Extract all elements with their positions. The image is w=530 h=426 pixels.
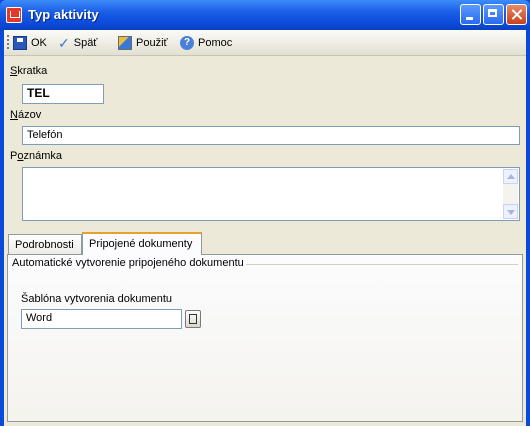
help-icon: ? (180, 35, 194, 50)
dialog-window: Typ aktivity OK ✓ Späť Použiť ? Pomoc Sk… (0, 0, 530, 426)
check-icon: ✓ (58, 34, 70, 51)
note-scrollbar[interactable] (503, 169, 518, 219)
tab-details[interactable]: Podrobnosti (8, 234, 82, 254)
tab-panel: Automatické vytvorenie pripojeného dokum… (7, 254, 523, 422)
note-textarea[interactable] (22, 167, 520, 221)
save-icon (13, 35, 27, 50)
back-label: Späť (73, 36, 98, 49)
template-label: Šablóna vytvorenia dokumentu (21, 293, 173, 305)
close-button[interactable] (506, 4, 527, 25)
maximize-button[interactable] (483, 4, 504, 25)
ok-button[interactable]: OK (13, 34, 47, 51)
dialog-client: OK ✓ Späť Použiť ? Pomoc Skratka TEL Náz… (4, 30, 526, 426)
toolbar: OK ✓ Späť Použiť ? Pomoc (4, 30, 526, 56)
title-bar[interactable]: Typ aktivity (0, 0, 530, 30)
back-button[interactable]: ✓ Späť (58, 34, 97, 51)
apply-button[interactable]: Použiť (118, 34, 168, 51)
auto-document-group: Automatické vytvorenie pripojeného dokum… (12, 257, 518, 415)
window-title: Typ aktivity (28, 7, 99, 22)
ok-label: OK (31, 36, 47, 49)
name-label: Názov (10, 109, 42, 121)
name-field[interactable]: Telefón (22, 126, 520, 145)
scroll-down-icon[interactable] (503, 204, 518, 219)
template-picker-icon[interactable] (185, 310, 201, 328)
toolbar-grip-icon[interactable] (7, 35, 9, 50)
tab-attached-documents[interactable]: Pripojené dokumenty (82, 232, 202, 255)
apply-label: Použiť (136, 36, 168, 49)
app-icon (6, 7, 22, 23)
help-label: Pomoc (198, 36, 233, 49)
scroll-up-icon[interactable] (503, 169, 518, 184)
help-button[interactable]: ? Pomoc (180, 34, 232, 51)
abbr-field[interactable]: TEL (22, 84, 104, 104)
group-title: Automatické vytvorenie pripojeného dokum… (12, 257, 246, 269)
template-field[interactable]: Word (21, 309, 182, 329)
apply-icon (118, 35, 132, 50)
note-label: Poznámka (10, 150, 62, 162)
minimize-button[interactable] (460, 4, 481, 25)
abbr-label: Skratka (10, 65, 48, 77)
